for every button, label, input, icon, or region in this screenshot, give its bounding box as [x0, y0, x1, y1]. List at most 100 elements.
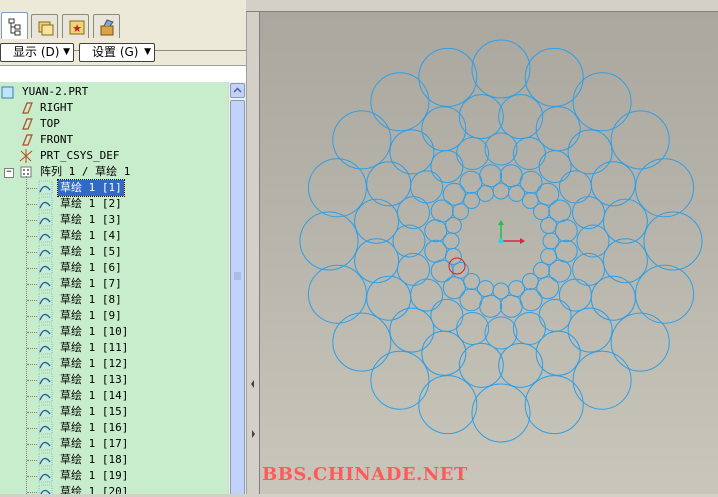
- sketch-circle: [410, 170, 444, 204]
- csys-triad-icon: [498, 220, 525, 244]
- sketch-circle: [456, 312, 490, 345]
- collapse-left-icon: [251, 380, 254, 388]
- tree-item-sketch-label: 草绘 1 [7]: [60, 277, 122, 290]
- sketch-circle: [540, 217, 558, 234]
- tree-item-prt-csys-def-label: PRT_CSYS_DEF: [40, 149, 120, 162]
- tree-item-sketch-label: 草绘 1 [5]: [60, 245, 122, 258]
- tree-item-sketch-label: 草绘 1 [3]: [60, 213, 122, 226]
- sketch-circle: [397, 196, 430, 230]
- sketch-circle: [643, 211, 703, 271]
- tree-item-front-label: FRONT: [40, 133, 74, 146]
- sketch-circle: [572, 196, 605, 230]
- tree-item-sketch-label: 草绘 1 [20]: [60, 485, 129, 494]
- graphics-window[interactable]: BBS.CHINADE.NET: [260, 12, 718, 494]
- sketch-circle: [492, 282, 510, 300]
- tree-item-sketch-label: 草绘 1 [6]: [60, 261, 122, 274]
- sketch-circle: [512, 312, 546, 345]
- graphics-top-strip: [246, 0, 718, 12]
- sketch-circle: [430, 298, 464, 332]
- tree-item-sketch-label: 草绘 1 [8]: [60, 293, 122, 306]
- sketch-circle: [635, 158, 695, 218]
- sketch-circle: [418, 375, 478, 435]
- favorites-tab[interactable]: ★: [62, 14, 89, 38]
- sketch-circle: [442, 182, 466, 206]
- folder-icon: [38, 21, 54, 36]
- sketch-circle: [444, 248, 462, 265]
- sketch-circle: [558, 170, 592, 204]
- sketch-circle: [602, 198, 648, 244]
- sketch-circle: [492, 182, 510, 200]
- sketch-circle: [572, 252, 605, 286]
- scroll-up-button[interactable]: [230, 83, 245, 98]
- tree-item-root-label: YUAN-2.PRT: [22, 85, 89, 98]
- sketch-circle: [477, 184, 494, 202]
- sketch-circle: [392, 224, 426, 258]
- tree-item-sketch-label: 草绘 1 [16]: [60, 421, 129, 434]
- sketch-circle: [610, 312, 670, 372]
- sketch-circle: [538, 150, 572, 184]
- tree-item-sketch-label: 草绘 1 [14]: [60, 389, 129, 402]
- splitter-arrows: [251, 380, 255, 438]
- sketch-circle: [538, 298, 572, 332]
- sketch-circle: [512, 137, 546, 170]
- sketch-circle: [410, 278, 444, 312]
- sketch-circle: [299, 211, 359, 271]
- sketch-circle: [354, 238, 400, 284]
- tree-item-sketch-label: 草绘 1 [9]: [60, 309, 122, 322]
- sketch-circle: [558, 278, 592, 312]
- selected-sketch-circle: [448, 257, 466, 275]
- part-icon: [0, 84, 16, 105]
- show-dropdown-label: 显示 (D): [13, 45, 60, 59]
- sketch-circle: [572, 72, 632, 132]
- sketch-circle: [508, 280, 525, 298]
- model-tree: YUAN-2.PRT RIGHT TOP FRONT PRT_CSYS_DEF − 阵列 1…: [0, 82, 228, 494]
- sketch-circle: [370, 350, 430, 410]
- sketch-circle: [332, 312, 392, 372]
- sketch-circle: [456, 137, 490, 170]
- expand-right-icon: [252, 430, 255, 438]
- sketch-circle: [524, 375, 584, 435]
- tree-item-sketch-label: 草绘 1 [18]: [60, 453, 129, 466]
- navigator-tabbar: ★: [0, 12, 246, 51]
- sketch-circle: [307, 264, 367, 324]
- chevron-down-icon: ▼: [63, 47, 70, 57]
- sketch-circle: [397, 252, 430, 286]
- sketch-circle: [576, 224, 610, 258]
- tree-item-sketch-label: 草绘 1 [19]: [60, 469, 129, 482]
- sketch-circle: [498, 342, 544, 388]
- tree-scrollbar[interactable]: [228, 82, 245, 494]
- panel-splitter[interactable]: [246, 0, 260, 494]
- sketch-circle: [370, 72, 430, 132]
- sketch-circle: [332, 110, 392, 170]
- scroll-thumb[interactable]: [230, 100, 245, 494]
- sketch-circle: [458, 94, 504, 140]
- tree-item-right-label: RIGHT: [40, 101, 74, 114]
- collapse-toggle-icon[interactable]: −: [4, 168, 14, 178]
- show-dropdown[interactable]: 显示 (D) ▼: [0, 43, 74, 62]
- sketch-circle: [567, 307, 613, 353]
- model-tree-panel: ★ 显示 (D) ▼ 设置 (G) ▼ YUAN-2.PRT RIGHT TOP FR…: [0, 0, 246, 494]
- folder-browser-tab[interactable]: [31, 14, 58, 38]
- sketch-circle: [471, 39, 531, 99]
- tree-item-sketch-label: 草绘 1 [2]: [60, 197, 122, 210]
- tree-item-sketch-label: 草绘 1 [12]: [60, 357, 129, 370]
- sketch-circle: [484, 316, 518, 350]
- connections-tab[interactable]: [93, 14, 120, 38]
- tree-item-top-label: TOP: [40, 117, 60, 130]
- sketch-circle: [572, 350, 632, 410]
- sketch-circle: [430, 150, 464, 184]
- tree-item-sketch-label: 草绘 1 [17]: [60, 437, 129, 450]
- watermark: BBS.CHINADE.NET: [262, 464, 468, 485]
- settings-dropdown[interactable]: 设置 (G) ▼: [79, 43, 155, 62]
- tree-header-strip: [0, 65, 246, 82]
- model-tree-tab[interactable]: [1, 12, 28, 39]
- sketch-canvas[interactable]: [260, 12, 718, 494]
- sketch-icon: [38, 484, 54, 494]
- tree-item-sketch-label: 草绘 1 [11]: [60, 341, 129, 354]
- sketch-circle: [418, 47, 478, 107]
- grip-icon: [234, 272, 241, 280]
- tree-item-sketch-label: 草绘 1 [4]: [60, 229, 122, 242]
- sketch-circle: [389, 307, 435, 353]
- sketch-circle: [524, 47, 584, 107]
- tree-toolbar: 显示 (D) ▼ 设置 (G) ▼: [0, 41, 246, 65]
